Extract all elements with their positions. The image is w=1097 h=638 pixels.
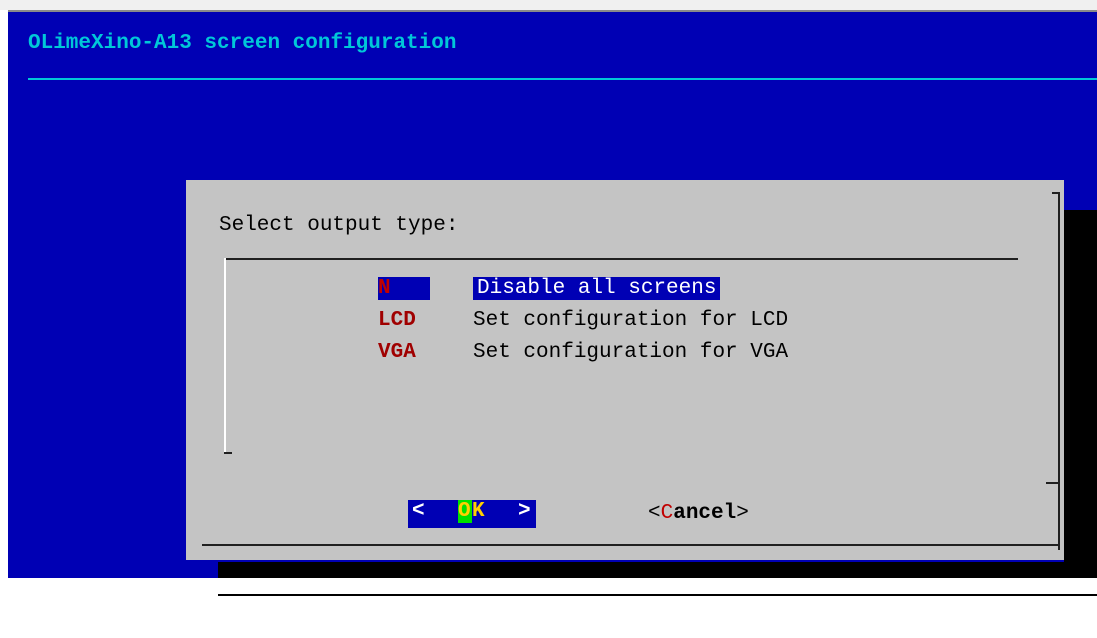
menu-item-vga[interactable]: VGA Set configuration for VGA (378, 341, 788, 369)
cancel-button-open-bracket: < (648, 502, 661, 525)
dialog-button-separator (1046, 482, 1060, 484)
app-title: OLimeXino-A13 screen configuration (28, 32, 457, 55)
ok-button-close-bracket: > (518, 500, 531, 523)
menu-list-border-top (224, 258, 1018, 260)
menu-item-hotkey: N (378, 277, 391, 300)
menu-item-description: Disable all screens (473, 277, 721, 300)
title-underline (28, 78, 1097, 80)
window-top-edge (0, 0, 1097, 10)
dialog-border-corner (1052, 192, 1060, 194)
menu-list-border-corner (224, 452, 232, 454)
menu-item-tag: LCD (378, 309, 416, 332)
window-bottom-edge (0, 578, 1097, 594)
cancel-button-hotkey: C (660, 502, 674, 525)
cancel-button-label-rest: ancel (673, 502, 737, 525)
menu-item-tag: VGA (378, 341, 416, 364)
menu-item-tag-rest: one (390, 277, 429, 300)
select-output-dialog: Select output type: None Disable all scr… (186, 180, 1064, 560)
ok-button-label-rest: K (472, 500, 485, 523)
menu-item-lcd[interactable]: LCD Set configuration for LCD (378, 309, 788, 337)
terminal-screen: OLimeXino-A13 screen configuration Selec… (8, 10, 1097, 596)
dialog-prompt: Select output type: (219, 214, 459, 237)
menu-list-border-left (224, 258, 226, 454)
ok-button-open-bracket: < (412, 500, 425, 523)
ok-button[interactable]: < O K > (408, 500, 536, 528)
menu-item-description: Set configuration for VGA (473, 341, 789, 364)
cancel-button[interactable]: <Cancel> (648, 502, 749, 525)
menu-item-tag: None (378, 277, 431, 300)
ok-button-hotkey: O (458, 500, 472, 523)
dialog-border-right (1058, 192, 1060, 550)
dialog-shadow-right (1064, 210, 1097, 596)
dialog-border-bottom (202, 544, 1060, 546)
menu-item-description: Set configuration for LCD (473, 309, 789, 332)
menu-item-none[interactable]: None Disable all screens (378, 277, 721, 305)
cancel-button-close-bracket: > (736, 502, 749, 525)
